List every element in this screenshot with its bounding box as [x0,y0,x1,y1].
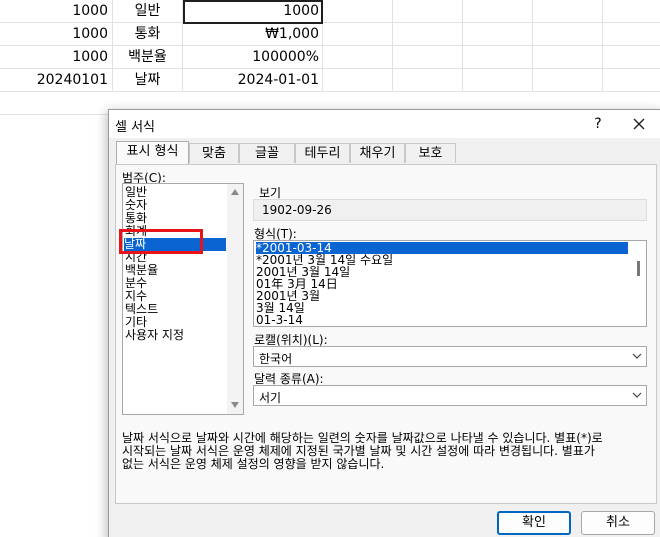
type-item[interactable]: 01-3-14 [256,314,303,326]
cell-empty[interactable] [463,23,533,46]
cancel-button[interactable]: 취소 [581,511,655,535]
type-scrollbar[interactable] [632,241,646,326]
format-description: 날짜 서식으로 날짜와 시간에 해당하는 일련의 숫자를 날짜값으로 나타낼 수… [122,431,603,471]
dialog-titlebar[interactable]: 셀 서식 ? [109,110,660,138]
cell-empty[interactable] [463,46,533,69]
calendar-select[interactable]: 서기 [253,385,647,406]
sheet-row: 1000 백분율 100000% [0,46,660,69]
close-button[interactable] [629,114,649,134]
cell-empty[interactable] [533,69,603,92]
scroll-down-arrow-icon[interactable] [231,402,239,408]
cell-empty[interactable] [323,69,393,92]
tab-protection[interactable]: 보호 [405,143,456,163]
cell-empty[interactable] [393,69,463,92]
help-button[interactable]: ? [588,114,608,134]
cell-value[interactable]: 1000 [0,46,113,69]
cell-empty[interactable] [393,0,463,23]
cell-format-name[interactable]: 날짜 [113,69,183,92]
sheet-row: 20240101 날짜 2024-01-01 [0,69,660,92]
cell-format-name[interactable]: 일반 [113,0,183,23]
tab-border[interactable]: 테두리 [295,143,350,163]
sample-value: 1902-09-26 [262,203,332,217]
dialog-title: 셀 서식 [115,120,156,135]
cell-empty[interactable] [323,46,393,69]
category-list[interactable]: 일반 숫자 통화 회계 날짜 시간 백분율 분수 지수 텍스트 기타 사용자 지… [122,183,244,415]
cell-value[interactable]: 20240101 [0,69,113,92]
cell-empty[interactable] [463,0,533,23]
cell-formatted[interactable]: ₩1,000 [183,23,323,46]
cell-format-name[interactable]: 백분율 [113,46,183,69]
locale-value: 한국어 [259,352,293,366]
cell-empty[interactable] [393,23,463,46]
close-icon [633,118,645,130]
tab-fill[interactable]: 채우기 [350,143,405,163]
cell-empty[interactable] [603,46,660,69]
ok-button[interactable]: 확인 [497,511,571,535]
cell-formatted[interactable]: 1000 [183,0,323,23]
chevron-down-icon [632,353,642,359]
category-custom[interactable]: 사용자 지정 [125,329,184,342]
cell-formatted[interactable]: 2024-01-01 [183,69,323,92]
cell-empty[interactable] [533,23,603,46]
cell-empty[interactable] [603,69,660,92]
tab-alignment[interactable]: 맞춤 [189,143,239,163]
scroll-thumb[interactable] [637,261,640,276]
sheet-row: 1000 일반 1000 [0,0,660,23]
chevron-down-icon [632,392,642,398]
scroll-up-arrow-icon[interactable] [231,189,239,195]
cell-empty[interactable] [603,0,660,23]
locale-select[interactable]: 한국어 [253,346,647,367]
cell-empty[interactable] [533,46,603,69]
cell-empty[interactable] [603,23,660,46]
cell-value[interactable]: 1000 [0,23,113,46]
format-cells-dialog: 셀 서식 ? 표시 형식 맞춤 글꼴 테두리 채우기 보호 범주(C): 일반 … [108,109,660,537]
cell-format-name[interactable]: 통화 [113,23,183,46]
cell-value[interactable]: 1000 [0,0,113,23]
cell-empty[interactable] [533,0,603,23]
cell-formatted[interactable]: 100000% [183,46,323,69]
sample-box: 1902-09-26 [253,199,647,221]
cell-empty[interactable] [323,0,393,23]
sheet-row: 1000 통화 ₩1,000 [0,23,660,46]
type-list[interactable]: *2001-03-14 *2001년 3월 14일 수요일 2001년 3월 1… [253,240,647,327]
calendar-value: 서기 [259,391,282,405]
cell-empty[interactable] [393,46,463,69]
tab-font[interactable]: 글꼴 [239,143,295,163]
category-scrollbar[interactable] [227,184,243,414]
tab-number[interactable]: 표시 형식 [116,141,189,164]
cell-empty[interactable] [323,23,393,46]
cell-empty[interactable] [463,69,533,92]
